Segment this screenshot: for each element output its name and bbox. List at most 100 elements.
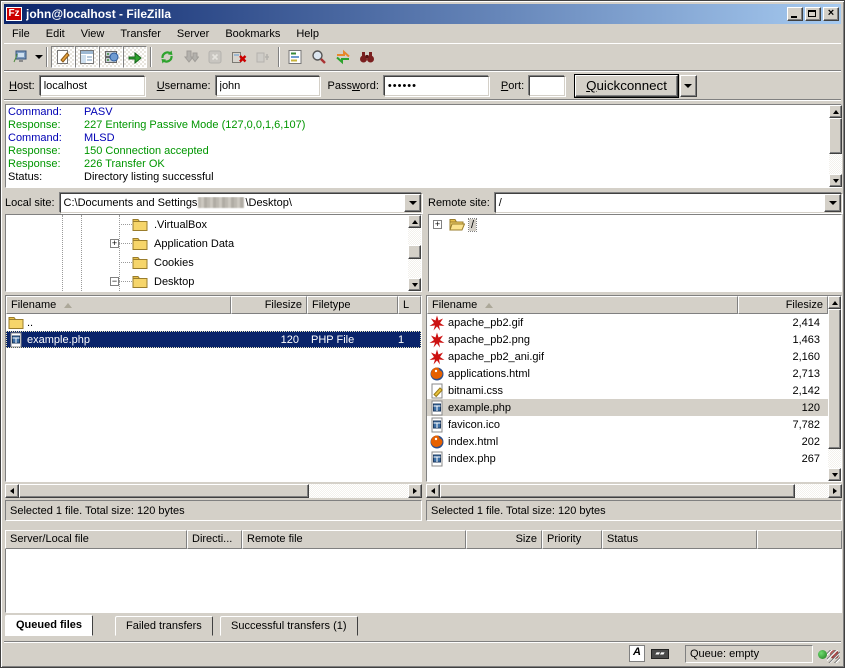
file-row-parent-dir[interactable]: ..	[6, 314, 421, 331]
local-list-header: Filename Filesize Filetype L	[6, 296, 421, 314]
scrollbar-thumb[interactable]	[828, 309, 841, 449]
directory-comparison-button[interactable]	[307, 46, 331, 68]
local-site-dropdown[interactable]	[404, 194, 421, 212]
remote-list-hscrollbar[interactable]	[426, 484, 842, 498]
expand-icon[interactable]: +	[433, 220, 442, 229]
local-site-combobox[interactable]: C:\Documents and Settings\Desktop\	[60, 193, 422, 213]
file-row[interactable]: apache_pb2.gif 2,414	[427, 314, 828, 331]
menu-file[interactable]: File	[4, 26, 38, 42]
scrollbar-thumb[interactable]	[829, 118, 842, 154]
close-button[interactable]: ×	[823, 7, 839, 21]
scroll-up-button[interactable]	[408, 215, 421, 228]
file-row[interactable]: index.php 267	[427, 450, 828, 467]
scrollbar-thumb[interactable]	[440, 484, 795, 498]
folder-icon	[8, 315, 24, 331]
password-input[interactable]	[384, 76, 489, 96]
file-row[interactable]: index.html 202	[427, 433, 828, 450]
refresh-button[interactable]	[155, 46, 179, 68]
column-header-filesize[interactable]: Filesize	[231, 296, 307, 314]
column-header-filetype[interactable]: Filetype	[307, 296, 398, 314]
remote-site-dropdown[interactable]	[824, 194, 841, 212]
file-row[interactable]: applications.html 2,713	[427, 365, 828, 382]
remote-site-combobox[interactable]: /	[495, 193, 842, 213]
scroll-down-button[interactable]	[828, 468, 841, 481]
tab-failed-transfers[interactable]: Failed transfers	[115, 616, 213, 636]
column-header-direction[interactable]: Directi...	[187, 530, 242, 549]
quickconnect-dropdown-button[interactable]	[680, 75, 697, 97]
tree-item-application-data[interactable]: + Application Data	[6, 234, 421, 253]
tab-successful-transfers[interactable]: Successful transfers (1)	[220, 616, 358, 636]
remote-list-scrollbar[interactable]	[828, 296, 841, 481]
directory-filters-button[interactable]	[283, 46, 307, 68]
sort-ascending-icon	[64, 303, 72, 308]
file-row[interactable]: favicon.ico 7,782	[427, 416, 828, 433]
column-header-status[interactable]: Status	[602, 530, 757, 549]
scroll-down-button[interactable]	[408, 278, 421, 291]
collapse-icon[interactable]: −	[110, 277, 119, 286]
disconnect-button[interactable]	[227, 46, 251, 68]
port-input[interactable]	[529, 76, 565, 96]
local-list-hscrollbar[interactable]	[5, 484, 422, 498]
column-header-remote-file[interactable]: Remote file	[242, 530, 466, 549]
site-manager-dropdown-icon[interactable]	[35, 55, 43, 59]
quickconnect-button[interactable]: Quickconnect	[575, 75, 678, 97]
scroll-right-button[interactable]	[828, 484, 842, 498]
menu-view[interactable]: View	[73, 26, 113, 42]
column-header-filename[interactable]: Filename	[6, 296, 231, 314]
file-row[interactable]: apache_pb2.png 1,463	[427, 331, 828, 348]
column-header-priority[interactable]: Priority	[542, 530, 602, 549]
menu-server[interactable]: Server	[169, 26, 217, 42]
scrollbar-thumb[interactable]	[408, 245, 421, 259]
file-row[interactable]: bitnami.css 2,142	[427, 382, 828, 399]
toggle-queue-button[interactable]	[123, 46, 147, 68]
reconnect-button[interactable]	[251, 46, 275, 68]
scroll-down-button[interactable]	[829, 174, 842, 187]
remote-root-label[interactable]: /	[469, 219, 476, 231]
synchronized-browsing-button[interactable]	[331, 46, 355, 68]
toggle-local-tree-button[interactable]	[75, 46, 99, 68]
speed-limit-icon[interactable]: ▰▰	[651, 649, 669, 659]
transfer-type-ascii-icon[interactable]: A	[629, 645, 645, 662]
scroll-left-button[interactable]	[426, 484, 440, 498]
queue-list[interactable]	[5, 549, 842, 613]
site-manager-button[interactable]	[8, 46, 32, 68]
menu-transfer[interactable]: Transfer	[112, 26, 169, 42]
file-row-example-php-selected[interactable]: example.php 120 PHP File 1	[6, 331, 421, 348]
resize-grip[interactable]	[827, 650, 840, 663]
local-tree-scrollbar[interactable]	[408, 215, 421, 291]
local-site-row: Local site: C:\Documents and Settings\De…	[5, 192, 422, 213]
tree-item-virtualbox[interactable]: .VirtualBox	[6, 215, 421, 234]
file-row-example-php-selected[interactable]: example.php 120	[427, 399, 828, 416]
column-header-filename[interactable]: Filename	[427, 296, 738, 314]
username-label: Username:	[157, 80, 211, 92]
scroll-left-button[interactable]	[5, 484, 19, 498]
menu-bookmarks[interactable]: Bookmarks	[217, 26, 288, 42]
column-header-last-modified[interactable]: L	[398, 296, 421, 314]
scrollbar-thumb[interactable]	[19, 484, 309, 498]
tree-item-desktop[interactable]: − Desktop	[6, 272, 421, 291]
file-row[interactable]: apache_pb2_ani.gif 2,160	[427, 348, 828, 365]
tree-item-root[interactable]: + /	[429, 215, 841, 234]
scroll-up-button[interactable]	[829, 105, 842, 118]
column-header-filesize[interactable]: Filesize	[738, 296, 828, 314]
toggle-message-log-button[interactable]	[51, 46, 75, 68]
expand-icon[interactable]: +	[110, 239, 119, 248]
toggle-remote-tree-button[interactable]	[99, 46, 123, 68]
scroll-up-button[interactable]	[828, 296, 841, 309]
column-header-size[interactable]: Size	[466, 530, 542, 549]
column-header-server-local-file[interactable]: Server/Local file	[5, 530, 187, 549]
minimize-button[interactable]	[787, 7, 803, 21]
window-title: john@localhost - FileZilla	[26, 7, 785, 21]
log-scrollbar[interactable]	[829, 105, 842, 187]
process-queue-button[interactable]	[179, 46, 203, 68]
username-input[interactable]	[216, 76, 320, 96]
tab-queued-files[interactable]: Queued files	[5, 615, 93, 636]
menu-help[interactable]: Help	[288, 26, 327, 42]
find-files-button[interactable]	[355, 46, 379, 68]
cancel-operation-button[interactable]	[203, 46, 227, 68]
scroll-right-button[interactable]	[408, 484, 422, 498]
maximize-button[interactable]	[805, 7, 821, 21]
menu-edit[interactable]: Edit	[38, 26, 73, 42]
host-input[interactable]	[40, 76, 145, 96]
tree-item-cookies[interactable]: Cookies	[6, 253, 421, 272]
